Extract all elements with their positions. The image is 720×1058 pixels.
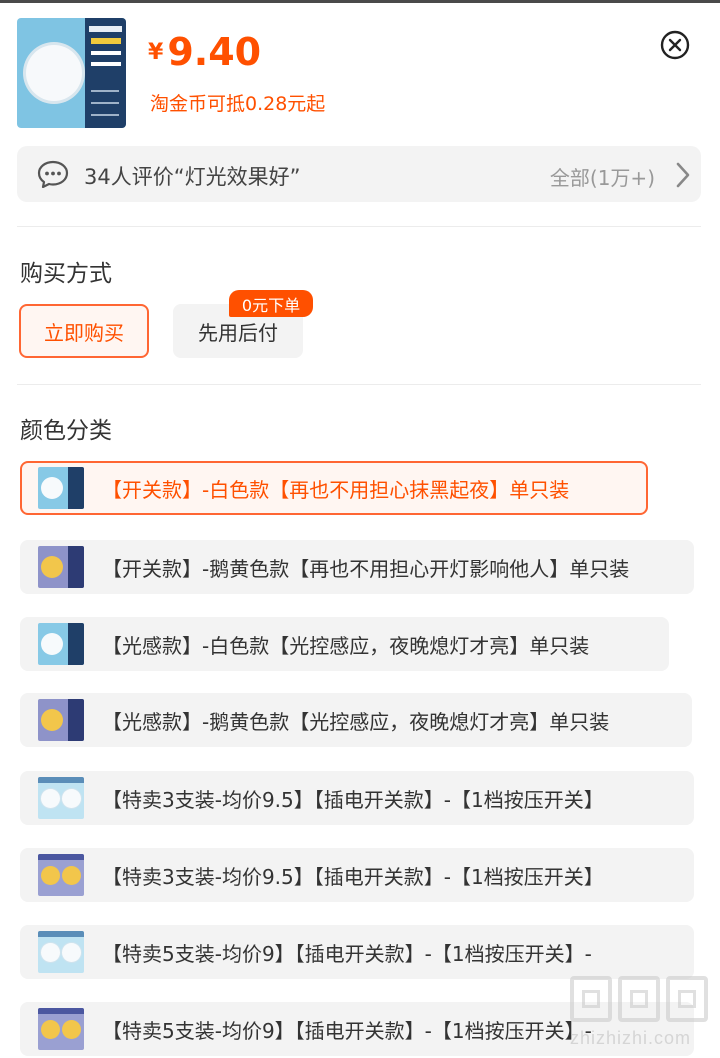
section-divider (17, 226, 701, 227)
option-thumbnail (38, 931, 84, 973)
thumbnail-stripe (89, 26, 122, 32)
watermark-glyph (618, 976, 660, 1022)
option-label: 【特卖5支装-均价9】【插电开关款】-【1档按压开关】- (102, 1019, 592, 1043)
review-summary-text: 34人评价“灯光效果好” (84, 165, 301, 189)
product-thumbnail[interactable] (17, 18, 126, 128)
watermark-text: zhizhizhi.com (570, 1028, 692, 1048)
color-category-title: 颜色分类 (20, 418, 112, 444)
chat-bubble-icon (37, 160, 69, 188)
option-label: 【特卖5支装-均价9】【插电开关款】-【1档按压开关】- (102, 942, 592, 966)
close-icon[interactable] (660, 30, 690, 60)
color-option[interactable]: 【特卖5支装-均价9】【插电开关款】-【1档按压开关】- (20, 925, 694, 979)
thumbnail-info-panel (85, 18, 126, 128)
thumbnail-stripe (91, 51, 121, 55)
option-label: 【特卖3支装-均价9.5】【插电开关款】-【1档按压开关】 (102, 865, 604, 889)
thumbnail-stripe (91, 62, 121, 66)
price-value: 9.40 (167, 30, 262, 74)
watermark-glyph (666, 976, 708, 1022)
option-thumbnail (38, 1008, 84, 1050)
option-thumbnail (38, 699, 84, 741)
lamp-disc-image (26, 45, 82, 101)
option-label: 【特卖3支装-均价9.5】【插电开关款】-【1档按压开关】 (102, 788, 604, 812)
option-label: 【光感款】-白色款【光控感应，夜晚熄灯才亮】单只装 (102, 634, 590, 658)
option-thumbnail (38, 623, 84, 665)
option-label: 【开关款】-鹅黄色款【再也不用担心开灯影响他人】单只装 (102, 557, 630, 581)
option-thumbnail (38, 777, 84, 819)
currency-symbol: ¥ (148, 40, 164, 65)
color-option[interactable]: 【开关款】-白色款【再也不用担心抹黑起夜】单只装 (20, 461, 648, 515)
option-thumbnail (38, 854, 84, 896)
thumbnail-stripe (91, 38, 121, 44)
top-edge (0, 0, 720, 3)
pay-later-badge: 0元下单 (229, 290, 313, 317)
product-price: ¥9.40 (148, 30, 261, 74)
watermark-glyph (570, 976, 612, 1022)
color-option[interactable]: 【特卖3支装-均价9.5】【插电开关款】-【1档按压开关】 (20, 848, 694, 902)
option-thumbnail (38, 546, 84, 588)
purchase-method-title: 购买方式 (20, 261, 112, 287)
site-watermark: zhizhizhi.com (566, 976, 716, 1054)
option-thumbnail (38, 467, 84, 509)
all-reviews-link[interactable]: 全部(1万+) (550, 162, 655, 191)
option-label: 【开关款】-白色款【再也不用担心抹黑起夜】单只装 (102, 478, 570, 502)
buy-now-button[interactable]: 立即购买 (19, 304, 149, 358)
option-label: 【光感款】-鹅黄色款【光控感应，夜晚熄灯才亮】单只装 (102, 710, 610, 734)
section-divider (17, 384, 701, 385)
chevron-right-icon[interactable] (675, 161, 691, 189)
review-summary-bar[interactable]: 34人评价“灯光效果好” 全部(1万+) (17, 146, 701, 202)
color-option[interactable]: 【光感款】-白色款【光控感应，夜晚熄灯才亮】单只装 (20, 617, 669, 671)
color-option[interactable]: 【特卖3支装-均价9.5】【插电开关款】-【1档按压开关】 (20, 771, 694, 825)
color-option[interactable]: 【光感款】-鹅黄色款【光控感应，夜晚熄灯才亮】单只装 (20, 693, 692, 747)
thumbnail-stripe (91, 114, 119, 116)
color-option[interactable]: 【开关款】-鹅黄色款【再也不用担心开灯影响他人】单只装 (20, 540, 694, 594)
thumbnail-stripe (91, 102, 119, 104)
thumbnail-stripe (91, 90, 119, 92)
coin-discount-text: 淘金币可抵0.28元起 (150, 93, 326, 115)
